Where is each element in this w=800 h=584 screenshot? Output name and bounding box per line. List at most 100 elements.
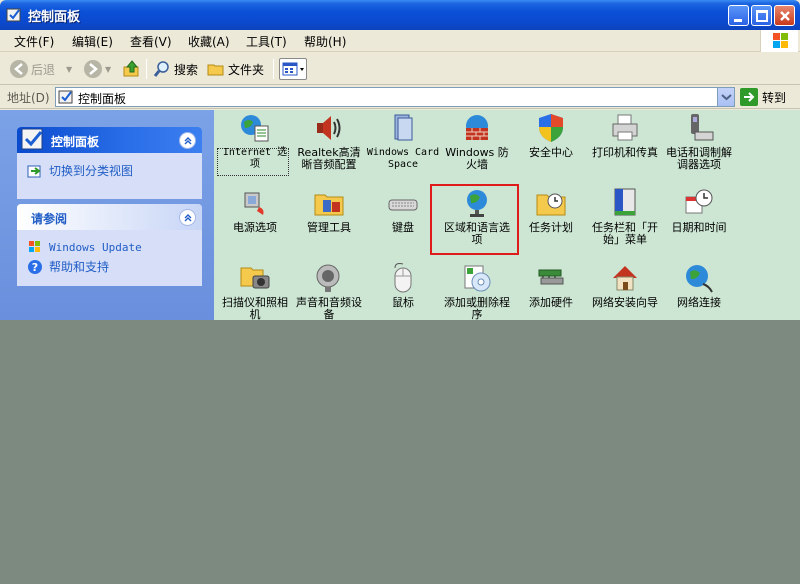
internet-globe-icon bbox=[241, 115, 269, 142]
search-button[interactable]: 搜索 bbox=[153, 59, 198, 79]
keyboard-icon bbox=[388, 199, 418, 211]
address-value: 控制面板 bbox=[78, 92, 127, 106]
address-dropdown-button[interactable] bbox=[717, 88, 734, 106]
windows-update-link[interactable]: Windows Update bbox=[27, 239, 192, 255]
back-button[interactable]: 后退 ▼ bbox=[10, 59, 72, 79]
search-label: 搜索 bbox=[174, 62, 199, 77]
printers-faxes-item[interactable]: 打印机和传真 bbox=[588, 112, 662, 159]
windows-firewall-item[interactable]: Windows 防火墙 bbox=[440, 112, 514, 171]
menu-view[interactable]: 查看(V) bbox=[130, 33, 172, 50]
item-label: Realtek高清晰音频配置 bbox=[297, 146, 361, 171]
focus-rectangle bbox=[217, 148, 289, 176]
folders-button[interactable]: 文件夹 bbox=[207, 59, 264, 79]
scheduled-tasks-item[interactable]: 任务计划 bbox=[514, 187, 588, 234]
add-remove-programs-item[interactable]: 添加或删除程序 bbox=[440, 262, 514, 320]
menu-favorites[interactable]: 收藏(A) bbox=[188, 33, 230, 50]
windows-cardspace-item[interactable]: Windows CardSpace bbox=[366, 112, 440, 171]
scheduled-tasks-icon bbox=[536, 193, 566, 216]
forward-dropdown-icon: ▼ bbox=[105, 64, 112, 74]
go-button[interactable]: 转到 bbox=[740, 87, 786, 107]
menu-tools[interactable]: 工具(T) bbox=[246, 33, 287, 50]
control-panel-section-header[interactable]: 控制面板 bbox=[17, 127, 202, 153]
address-label: 地址(D) bbox=[7, 91, 50, 105]
keyboard-item[interactable]: 键盘 bbox=[366, 187, 440, 234]
go-label: 转到 bbox=[762, 90, 787, 105]
scanners-cameras-item[interactable]: 扫描仪和照相机 bbox=[218, 262, 292, 320]
item-label: 安全中心 bbox=[529, 146, 573, 159]
item-label: 鼠标 bbox=[392, 296, 414, 309]
collapse-icon[interactable] bbox=[179, 209, 196, 226]
minimize-button[interactable] bbox=[728, 5, 749, 26]
item-label: 添加或删除程序 bbox=[444, 296, 510, 321]
search-icon bbox=[153, 61, 169, 77]
toolbar: 后退 ▼ ▼ 搜索 文件夹 bbox=[0, 53, 800, 85]
hardware-icon bbox=[538, 269, 564, 285]
views-button[interactable] bbox=[279, 58, 307, 80]
menu-file[interactable]: 文件(F) bbox=[14, 33, 54, 50]
close-button[interactable] bbox=[774, 5, 795, 26]
speaker-icon bbox=[316, 264, 340, 292]
item-label: 任务计划 bbox=[529, 221, 573, 234]
realtek-audio-item[interactable]: Realtek高清晰音频配置 bbox=[292, 112, 366, 171]
security-center-item[interactable]: 安全中心 bbox=[514, 112, 588, 159]
speaker-icon bbox=[317, 116, 341, 140]
item-label: 添加硬件 bbox=[529, 296, 573, 309]
up-folder-button[interactable] bbox=[122, 59, 142, 79]
network-connections-item[interactable]: 网络连接 bbox=[662, 262, 736, 309]
address-bar: 地址(D) 控制面板 转到 bbox=[0, 85, 800, 109]
maximize-button[interactable] bbox=[751, 5, 772, 26]
go-arrow-icon bbox=[740, 88, 758, 106]
views-grid-icon bbox=[282, 62, 304, 76]
forward-button[interactable]: ▼ bbox=[84, 59, 111, 79]
phone-modem-item[interactable]: 电话和调制解调器选项 bbox=[662, 112, 736, 171]
control-panel-icon bbox=[58, 90, 73, 104]
power-options-item[interactable]: 电源选项 bbox=[218, 187, 292, 234]
forward-arrow-icon bbox=[84, 60, 102, 78]
taskbar-start-menu-item[interactable]: 任务栏和「开始」菜单 bbox=[588, 187, 662, 246]
home-network-icon bbox=[613, 266, 637, 291]
collapse-icon[interactable] bbox=[179, 132, 196, 149]
menu-help[interactable]: 帮助(H) bbox=[304, 33, 346, 50]
item-label: 电话和调制解调器选项 bbox=[666, 146, 732, 171]
toolbar-separator bbox=[273, 59, 274, 79]
windows-logo-icon bbox=[760, 30, 798, 52]
power-icon bbox=[244, 192, 264, 215]
item-label: 打印机和传真 bbox=[592, 146, 658, 159]
switch-to-category-view-link[interactable]: 切换到分类视图 bbox=[27, 162, 192, 179]
date-time-item[interactable]: 日期和时间 bbox=[662, 187, 736, 234]
windows-update-label: Windows Update bbox=[49, 240, 142, 254]
network-setup-wizard-item[interactable]: 网络安装向导 bbox=[588, 262, 662, 309]
control-panel-section: 控制面板 切换到分类视图 bbox=[17, 127, 202, 199]
network-globe-icon bbox=[686, 265, 713, 293]
windows-update-icon bbox=[29, 241, 40, 252]
help-and-support-link[interactable]: ? 帮助和支持 bbox=[27, 258, 192, 275]
scanner-camera-icon bbox=[240, 267, 270, 289]
mouse-icon bbox=[394, 263, 412, 293]
help-icon: ? bbox=[28, 259, 42, 274]
mouse-item[interactable]: 鼠标 bbox=[366, 262, 440, 309]
item-label: Windows 防火墙 bbox=[445, 146, 509, 171]
up-folder-icon bbox=[123, 60, 139, 77]
item-label: 管理工具 bbox=[307, 221, 351, 234]
taskbar-icon bbox=[614, 188, 636, 216]
clock-icon bbox=[685, 189, 713, 214]
svg-text:?: ? bbox=[32, 261, 38, 274]
administrative-tools-item[interactable]: 管理工具 bbox=[292, 187, 366, 234]
back-label: 后退 bbox=[31, 62, 56, 77]
item-label: 扫描仪和照相机 bbox=[222, 296, 288, 321]
switch-to-category-view-label: 切换到分类视图 bbox=[49, 164, 134, 178]
sounds-audio-devices-item[interactable]: 声音和音频设备 bbox=[292, 262, 366, 320]
title-bar[interactable]: 控制面板 bbox=[0, 0, 800, 30]
highlight-box bbox=[430, 184, 519, 255]
category-view-icon bbox=[27, 165, 41, 177]
see-also-section: 请参阅 Windows Update ? 帮助和支持 bbox=[17, 204, 202, 286]
see-also-section-header[interactable]: 请参阅 bbox=[17, 204, 202, 230]
see-also-title: 请参阅 bbox=[31, 212, 68, 226]
add-remove-programs-icon bbox=[464, 265, 491, 292]
address-input[interactable]: 控制面板 bbox=[55, 87, 735, 107]
add-hardware-item[interactable]: 添加硬件 bbox=[514, 262, 588, 309]
cardspace-icon bbox=[394, 114, 413, 141]
shield-icon bbox=[539, 114, 563, 142]
window-title: 控制面板 bbox=[28, 10, 81, 25]
menu-edit[interactable]: 编辑(E) bbox=[72, 33, 113, 50]
